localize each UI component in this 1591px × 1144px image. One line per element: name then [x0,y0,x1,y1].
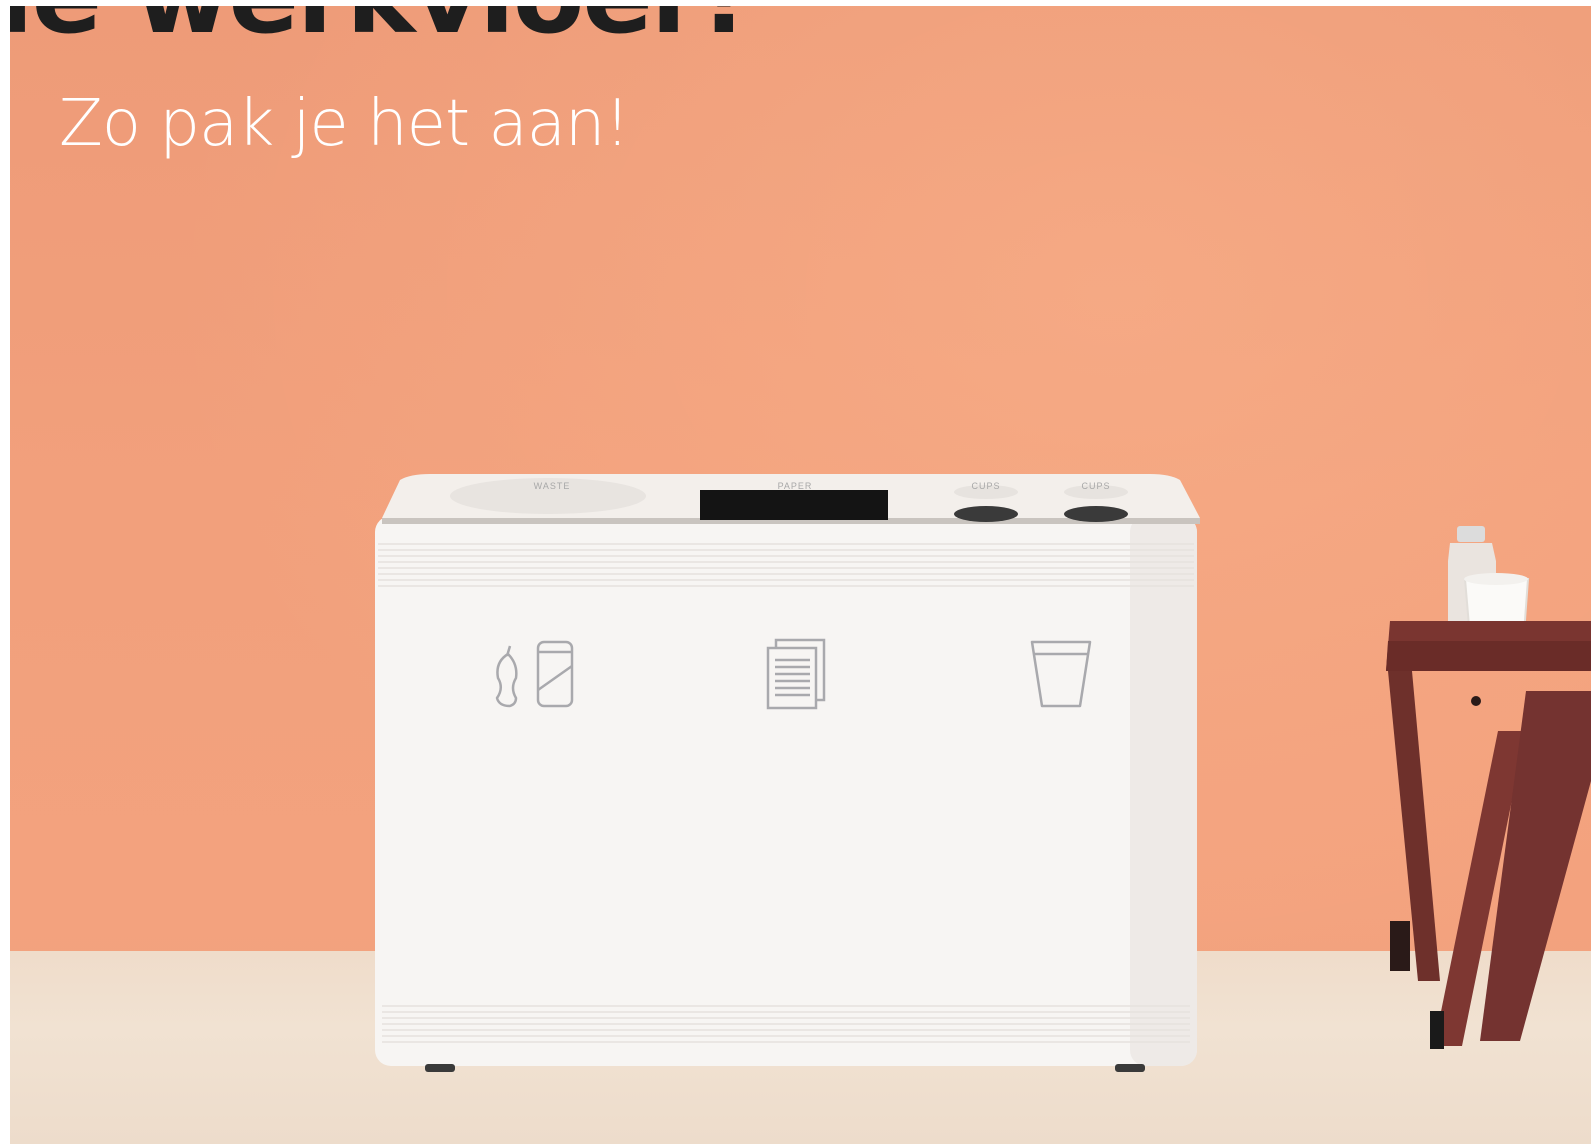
bin-ribbed-band-bottom [382,1005,1190,1043]
lid-label-cups: CUPS [971,481,1000,491]
cup-hole [954,506,1018,522]
recycling-bin: WASTE PAPER CUPS CUPS [375,474,1200,1072]
paper-stack-icon [766,638,826,710]
bin-body [375,516,1197,1066]
background-photo: WASTE PAPER CUPS CUPS Zo pak je het aan! [10,6,1591,1144]
cup-hole [1064,506,1128,522]
lid-label-paper: PAPER [778,481,813,491]
headline: le werkvloer! [10,6,748,48]
lid-label-cups: CUPS [1081,481,1110,491]
paper-slot [700,490,888,520]
subtitle: Zo pak je het aan! [59,87,630,161]
lid-label-waste: WASTE [534,481,571,491]
side-stool [1386,526,1591,1049]
